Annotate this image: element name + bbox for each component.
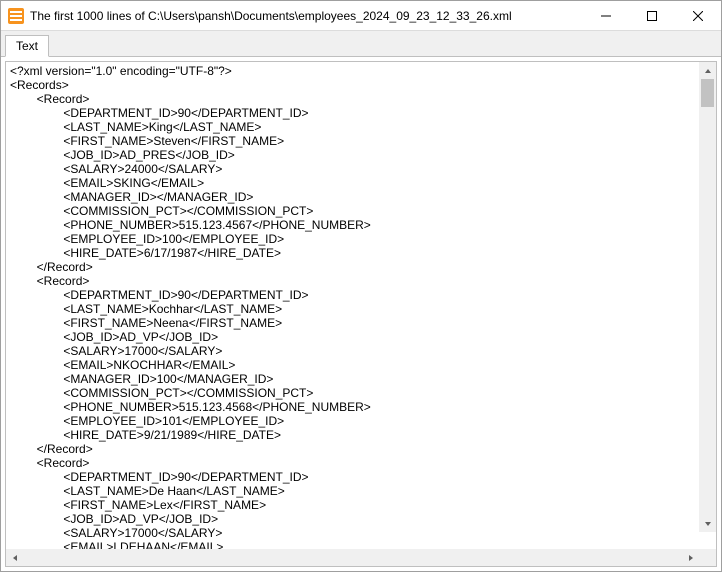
vertical-scrollbar[interactable] — [699, 62, 716, 532]
app-window: The first 1000 lines of C:\Users\pansh\D… — [0, 0, 722, 572]
horizontal-scrollbar[interactable] — [6, 549, 716, 566]
tab-label: Text — [16, 39, 38, 53]
window-controls — [583, 1, 721, 30]
scroll-up-icon[interactable] — [699, 62, 716, 79]
scroll-thumb[interactable] — [701, 79, 714, 107]
tabstrip: Text — [1, 31, 721, 57]
scroll-down-icon[interactable] — [699, 515, 716, 532]
window-title: The first 1000 lines of C:\Users\pansh\D… — [30, 9, 583, 23]
minimize-button[interactable] — [583, 1, 629, 30]
titlebar: The first 1000 lines of C:\Users\pansh\D… — [1, 1, 721, 31]
maximize-button[interactable] — [629, 1, 675, 30]
xml-text-view[interactable]: <?xml version="1.0" encoding="UTF-8"?> <… — [6, 62, 716, 549]
content-area: <?xml version="1.0" encoding="UTF-8"?> <… — [1, 57, 721, 571]
tab-text[interactable]: Text — [5, 35, 49, 57]
app-icon — [8, 8, 24, 24]
close-button[interactable] — [675, 1, 721, 30]
text-panel: <?xml version="1.0" encoding="UTF-8"?> <… — [5, 61, 717, 567]
scroll-left-icon[interactable] — [6, 549, 23, 566]
scrollbar-corner — [699, 549, 716, 566]
scroll-right-icon[interactable] — [682, 549, 699, 566]
